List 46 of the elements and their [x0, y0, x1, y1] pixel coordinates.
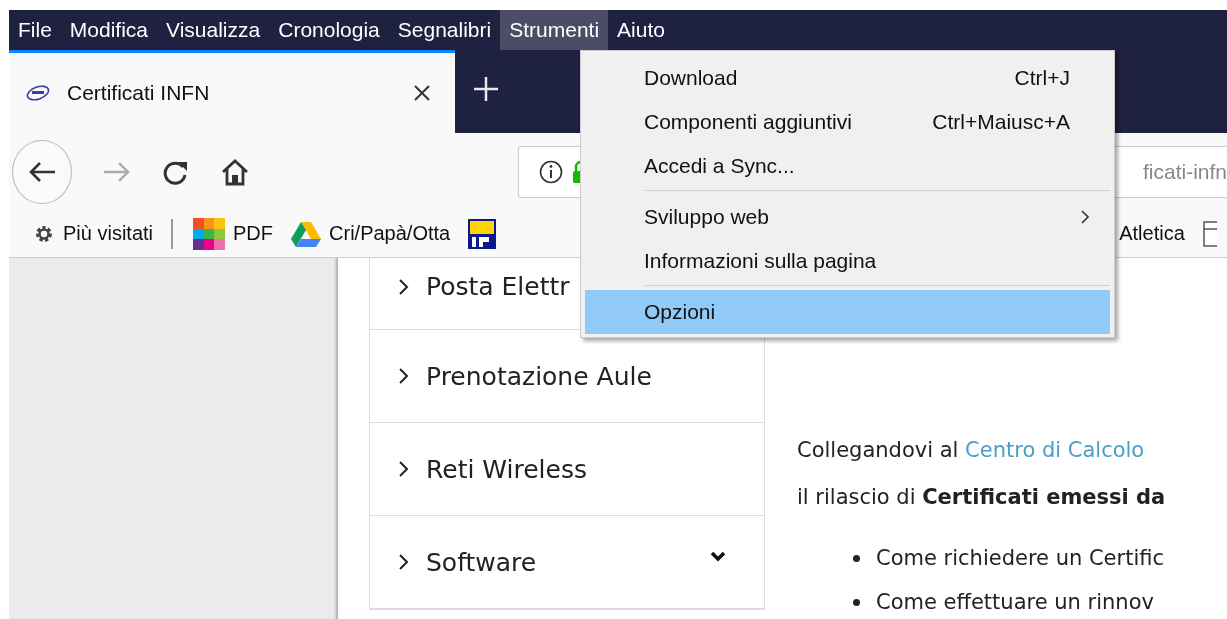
- chevron-right-icon: [398, 278, 410, 296]
- bookmark-item[interactable]: PDF: [193, 217, 274, 250]
- menu-option[interactable]: Download Ctrl+J: [585, 56, 1110, 100]
- list-item-text[interactable]: Come effettuare un rinnov: [876, 590, 1154, 614]
- url-text: ficati-infn: [1142, 159, 1227, 184]
- browser-tab[interactable]: Certificati INFN: [9, 50, 455, 133]
- menu-option[interactable]: Componenti aggiuntivi Ctrl+Maiusc+A: [585, 100, 1110, 144]
- sidebar-link[interactable]: Software: [426, 547, 710, 577]
- menu-option[interactable]: Opzioni: [585, 290, 1110, 334]
- menu-item[interactable]: Modifica: [60, 10, 158, 50]
- toolbar-separator: [171, 218, 174, 249]
- bookmark-item[interactable]: Atletica: [1119, 222, 1185, 245]
- info-icon[interactable]: [538, 159, 563, 184]
- chevron-right-icon: [398, 553, 410, 571]
- logo-icon: [25, 83, 51, 103]
- menu-item[interactable]: Strumenti: [500, 10, 609, 50]
- menu-item[interactable]: Segnalibri: [388, 10, 501, 50]
- bullet-dot: [853, 554, 860, 562]
- close-icon[interactable]: [413, 84, 431, 102]
- shortcut-text: Ctrl+Maiusc+A: [932, 110, 1070, 134]
- color-grid-icon: [193, 217, 226, 250]
- sidebar-link[interactable]: Prenotazione Aule: [426, 361, 726, 391]
- paragraph-text: Collegandovi al Centro di Calcolo: [797, 437, 1146, 464]
- paragraph-text: il rilascio di Certificati emessi da: [797, 484, 1166, 511]
- chevron-right-icon: [398, 460, 410, 478]
- menu-item[interactable]: File: [9, 10, 61, 50]
- list-item-text[interactable]: Come richiedere un Certific: [876, 546, 1164, 570]
- chevron-down-icon[interactable]: [710, 551, 726, 563]
- chevron-right-icon: [398, 367, 410, 385]
- menu-option[interactable]: Sviluppo web: [585, 195, 1110, 239]
- bookmark-item[interactable]: Cri/Papà/Otta: [291, 220, 451, 247]
- menu-item[interactable]: Aiuto: [608, 10, 674, 50]
- bookmark-item[interactable]: Più visitati: [33, 222, 154, 245]
- tab-title: Certificati INFN: [67, 81, 211, 105]
- triangle-icon: [291, 220, 322, 247]
- sidebar-link[interactable]: Reti Wireless: [426, 454, 726, 484]
- bullet-dot: [853, 598, 860, 606]
- menu-option[interactable]: Informazioni sulla pagina: [585, 239, 1110, 283]
- menu-option[interactable]: Accedi a Sync...: [585, 144, 1110, 188]
- shortcut-text: Ctrl+J: [1014, 66, 1070, 90]
- page-icon[interactable]: [1202, 220, 1217, 247]
- badge-icon[interactable]: [468, 218, 497, 249]
- chevron-right-icon: [1080, 209, 1090, 225]
- menu-item[interactable]: Cronologia: [269, 10, 389, 50]
- menu-item[interactable]: Visualizza: [157, 10, 270, 50]
- new-tab-icon[interactable]: [473, 76, 499, 102]
